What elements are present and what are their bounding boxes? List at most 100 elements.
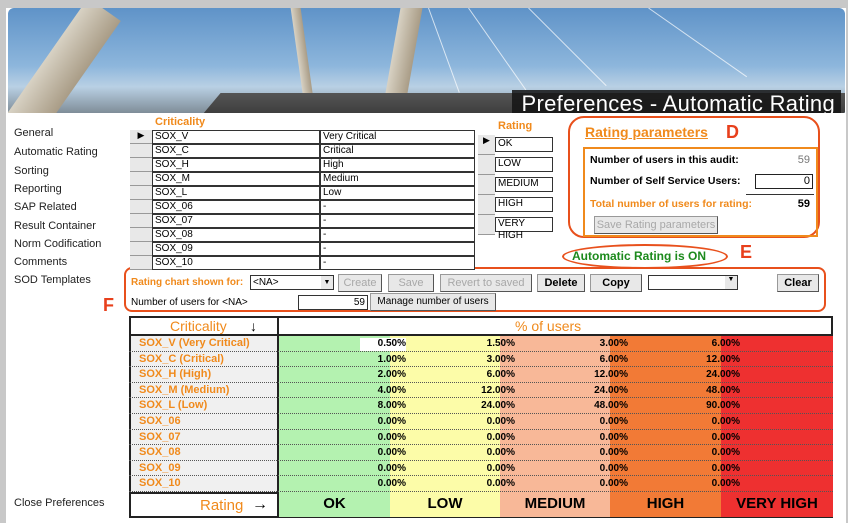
self-service-input[interactable]: 0 [755, 174, 813, 189]
criticality-description-cell[interactable]: Medium [320, 172, 475, 186]
criticality-code-cell[interactable]: SOX_10 [152, 256, 320, 270]
threshold-value[interactable]: 0.00% [690, 432, 740, 443]
threshold-value[interactable]: 1.00% [356, 354, 406, 365]
row-selector[interactable] [130, 200, 152, 214]
row-selector[interactable] [130, 186, 152, 200]
copy-target-select[interactable]: ▼ [648, 275, 738, 290]
sidebar-item-automatic-rating[interactable]: Automatic Rating [14, 146, 98, 158]
threshold-value[interactable]: 0.00% [690, 416, 740, 427]
revert-to-saved-button[interactable]: Revert to saved [440, 274, 532, 292]
row-selector[interactable] [130, 242, 152, 256]
threshold-value[interactable]: 0.00% [578, 432, 628, 443]
threshold-value[interactable]: 0.00% [465, 432, 515, 443]
rating-row-selector[interactable] [478, 195, 495, 215]
threshold-value[interactable]: 6.00% [465, 369, 515, 380]
threshold-value[interactable]: 8.00% [356, 400, 406, 411]
row-selector[interactable] [130, 172, 152, 186]
threshold-value[interactable]: 1.50% [465, 338, 515, 349]
rating-row-selector[interactable] [478, 155, 495, 175]
threshold-value[interactable]: 48.00% [578, 400, 628, 411]
rating-cell[interactable]: HIGH [495, 197, 553, 212]
threshold-value[interactable]: 0.00% [465, 416, 515, 427]
threshold-value[interactable]: 90.00% [690, 400, 740, 411]
criticality-code-cell[interactable]: SOX_C [152, 144, 320, 158]
sidebar-item-reporting[interactable]: Reporting [14, 183, 62, 195]
clear-button[interactable]: Clear [777, 274, 819, 292]
rating-cell[interactable]: MEDIUM [495, 177, 553, 192]
threshold-value[interactable]: 0.00% [465, 463, 515, 474]
threshold-value[interactable]: 0.00% [356, 447, 406, 458]
criticality-code-cell[interactable]: SOX_09 [152, 242, 320, 256]
row-selector[interactable] [130, 228, 152, 242]
threshold-value[interactable]: 0.00% [356, 478, 406, 489]
criticality-code-cell[interactable]: SOX_V [152, 130, 320, 144]
sidebar-item-sod-templates[interactable]: SOD Templates [14, 274, 91, 286]
copy-button[interactable]: Copy [590, 274, 642, 292]
sidebar-item-result-container[interactable]: Result Container [14, 220, 96, 232]
threshold-value[interactable]: 24.00% [578, 385, 628, 396]
criticality-code-cell[interactable]: SOX_M [152, 172, 320, 186]
threshold-value[interactable]: 0.00% [356, 463, 406, 474]
criticality-description-cell[interactable]: - [320, 200, 475, 214]
sidebar-item-general[interactable]: General [14, 127, 53, 139]
threshold-value[interactable]: 0.00% [690, 478, 740, 489]
close-preferences-link[interactable]: Close Preferences [14, 497, 105, 509]
row-selector[interactable] [130, 214, 152, 228]
create-button[interactable]: Create [338, 274, 382, 292]
threshold-value[interactable]: 6.00% [578, 354, 628, 365]
sidebar-item-comments[interactable]: Comments [14, 256, 67, 268]
delete-button[interactable]: Delete [537, 274, 585, 292]
threshold-value[interactable]: 3.00% [465, 354, 515, 365]
threshold-value[interactable]: 0.00% [578, 463, 628, 474]
criticality-description-cell[interactable]: - [320, 228, 475, 242]
criticality-description-cell[interactable]: Low [320, 186, 475, 200]
threshold-value[interactable]: 24.00% [690, 369, 740, 380]
criticality-description-cell[interactable]: High [320, 158, 475, 172]
save-button[interactable]: Save [388, 274, 434, 292]
threshold-value[interactable]: 6.00% [690, 338, 740, 349]
sidebar-item-sorting[interactable]: Sorting [14, 165, 49, 177]
rating-cell[interactable]: VERY HIGH [495, 217, 553, 241]
rating-row-selector[interactable]: ▶ [478, 135, 495, 155]
rating-cell[interactable]: LOW [495, 157, 553, 172]
criticality-code-cell[interactable]: SOX_H [152, 158, 320, 172]
threshold-value[interactable]: 0.00% [578, 447, 628, 458]
threshold-value[interactable]: 2.00% [356, 369, 406, 380]
criticality-code-cell[interactable]: SOX_06 [152, 200, 320, 214]
row-selector[interactable] [130, 144, 152, 158]
threshold-value[interactable]: 12.00% [578, 369, 628, 380]
criticality-description-cell[interactable]: Critical [320, 144, 475, 158]
chevron-down-icon[interactable]: ▼ [725, 276, 737, 289]
threshold-value[interactable]: 24.00% [465, 400, 515, 411]
threshold-value[interactable]: 4.00% [356, 385, 406, 396]
threshold-value[interactable]: 0.00% [356, 416, 406, 427]
criticality-description-cell[interactable]: - [320, 256, 475, 270]
criticality-description-cell[interactable]: - [320, 242, 475, 256]
criticality-description-cell[interactable]: Very Critical [320, 130, 475, 144]
threshold-value[interactable]: 0.00% [465, 447, 515, 458]
chevron-down-icon[interactable]: ▼ [321, 276, 333, 289]
criticality-code-cell[interactable]: SOX_07 [152, 214, 320, 228]
threshold-value[interactable]: 0.00% [578, 416, 628, 427]
threshold-value[interactable]: 48.00% [690, 385, 740, 396]
sidebar-item-sap-related[interactable]: SAP Related [14, 201, 77, 213]
threshold-value[interactable]: 0.00% [690, 447, 740, 458]
chart-shown-for-select[interactable]: <NA> ▼ [250, 275, 334, 290]
rating-row-selector[interactable] [478, 215, 495, 235]
threshold-value[interactable]: 0.00% [690, 463, 740, 474]
save-rating-parameters-button[interactable]: Save Rating parameters [594, 216, 718, 234]
threshold-value[interactable]: 0.50% [356, 338, 406, 349]
row-selector[interactable]: ▶ [130, 130, 152, 144]
users-for-input[interactable]: 59 [298, 295, 368, 310]
rating-row-selector[interactable] [478, 175, 495, 195]
criticality-code-cell[interactable]: SOX_L [152, 186, 320, 200]
row-selector[interactable] [130, 256, 152, 270]
row-selector[interactable] [130, 158, 152, 172]
threshold-value[interactable]: 0.00% [465, 478, 515, 489]
manage-number-of-users-button[interactable]: Manage number of users [370, 293, 496, 311]
threshold-value[interactable]: 3.00% [578, 338, 628, 349]
rating-cell[interactable]: OK [495, 137, 553, 152]
criticality-code-cell[interactable]: SOX_08 [152, 228, 320, 242]
criticality-description-cell[interactable]: - [320, 214, 475, 228]
threshold-value[interactable]: 12.00% [465, 385, 515, 396]
